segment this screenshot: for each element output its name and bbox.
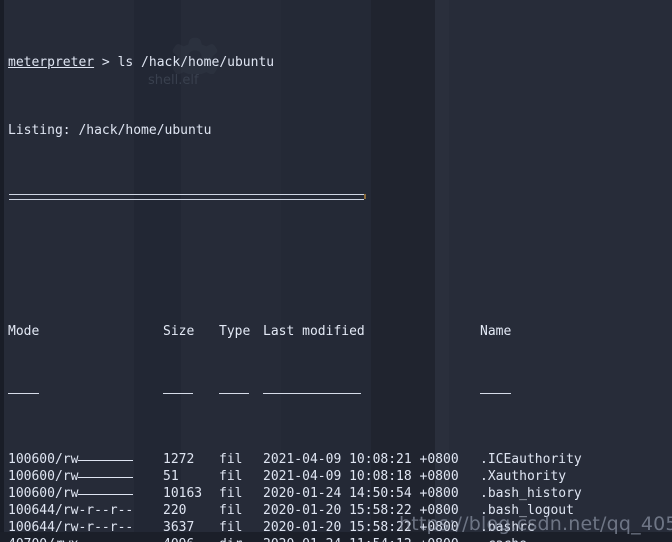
command-text: ls /hack/home/ubuntu bbox=[117, 55, 275, 70]
cell-last-modified: 2020-01-20 15:58:22 +0800 bbox=[263, 503, 459, 518]
table-header-row: Mode Size Type Last modified Name bbox=[8, 323, 672, 340]
cell-name: .bashrc bbox=[480, 520, 535, 535]
table-row: 100600/rw 10163 fil 2020-01-24 14:50:54 +08… bbox=[8, 485, 672, 502]
cell-type: fil bbox=[219, 486, 243, 501]
cell-type: fil bbox=[219, 520, 243, 535]
prompt-user: meterpreter bbox=[8, 55, 95, 70]
cell-size: 10163 bbox=[163, 486, 203, 501]
column-header-last-modified: Last modified bbox=[263, 324, 365, 339]
prompt-symbol: > bbox=[94, 55, 118, 70]
cell-last-modified: 2020-01-20 15:58:22 +0800 bbox=[263, 520, 459, 535]
column-header-underlines bbox=[8, 391, 672, 400]
cell-type: fil bbox=[219, 469, 243, 484]
file-listing: 100600/rw 1272 fil 2021-04-09 10:08:21 +080… bbox=[8, 451, 672, 542]
cell-mode: 100644/rw-r--r-- bbox=[8, 503, 134, 518]
table-row: 100644/rw-r--r-- 3637 fil 2020-01-20 15:58:… bbox=[8, 519, 672, 536]
cell-name: .bash_history bbox=[480, 486, 582, 501]
cell-type: fil bbox=[219, 452, 243, 467]
cell-size: 1272 bbox=[163, 452, 195, 467]
listing-path-line: Listing: /hack/home/ubuntu bbox=[8, 123, 212, 138]
cell-name: .Xauthority bbox=[480, 469, 567, 484]
table-row: 100600/rw 1272 fil 2021-04-09 10:08:21 +080… bbox=[8, 451, 672, 468]
table-row: 40700/rwx 4096 dir 2020-01-24 11:54:12 +080… bbox=[8, 536, 672, 542]
cell-last-modified: 2020-01-24 14:50:54 +0800 bbox=[263, 486, 459, 501]
prompt-line: meterpreter > ls /hack/home/ubuntu bbox=[8, 54, 672, 71]
cell-type: fil bbox=[219, 503, 243, 518]
cell-size: 3637 bbox=[163, 520, 195, 535]
terminal-window[interactable]: shell.elf meterpreter > ls /hack/home/ub… bbox=[0, 0, 672, 542]
column-header-size: Size bbox=[163, 324, 195, 339]
cell-name: .cache bbox=[480, 536, 527, 542]
cell-size: 4096 bbox=[163, 536, 194, 542]
column-header-type: Type bbox=[219, 324, 251, 339]
cell-type: dir bbox=[219, 536, 242, 542]
cell-size: 51 bbox=[163, 469, 179, 484]
cell-size: 220 bbox=[163, 503, 187, 518]
cell-last-modified: 2021-04-09 10:08:21 +0800 bbox=[263, 452, 459, 467]
column-header-name: Name bbox=[480, 324, 512, 339]
cell-mode: 40700/rwx bbox=[8, 536, 125, 542]
cell-mode: 100600/rw bbox=[8, 485, 134, 502]
cell-mode: 100600/rw bbox=[8, 451, 134, 468]
table-row: 100644/rw-r--r-- 220 fil 2020-01-20 15:58:2… bbox=[8, 502, 672, 519]
cell-last-modified: 2021-04-09 10:08:18 +0800 bbox=[263, 469, 459, 484]
header-separator bbox=[8, 190, 672, 207]
cell-last-modified: 2020-01-24 11:54:12 +0800 bbox=[263, 536, 459, 542]
cell-mode: 100644/rw-r--r-- bbox=[8, 520, 134, 535]
table-row: 100600/rw 51 fil 2021-04-09 10:08:18 +0800.… bbox=[8, 468, 672, 485]
column-header-mode: Mode bbox=[8, 324, 40, 339]
cell-name: .ICEauthority bbox=[480, 452, 582, 467]
cell-mode: 100600/rw bbox=[8, 468, 134, 485]
cell-name: .bash_logout bbox=[480, 503, 574, 518]
